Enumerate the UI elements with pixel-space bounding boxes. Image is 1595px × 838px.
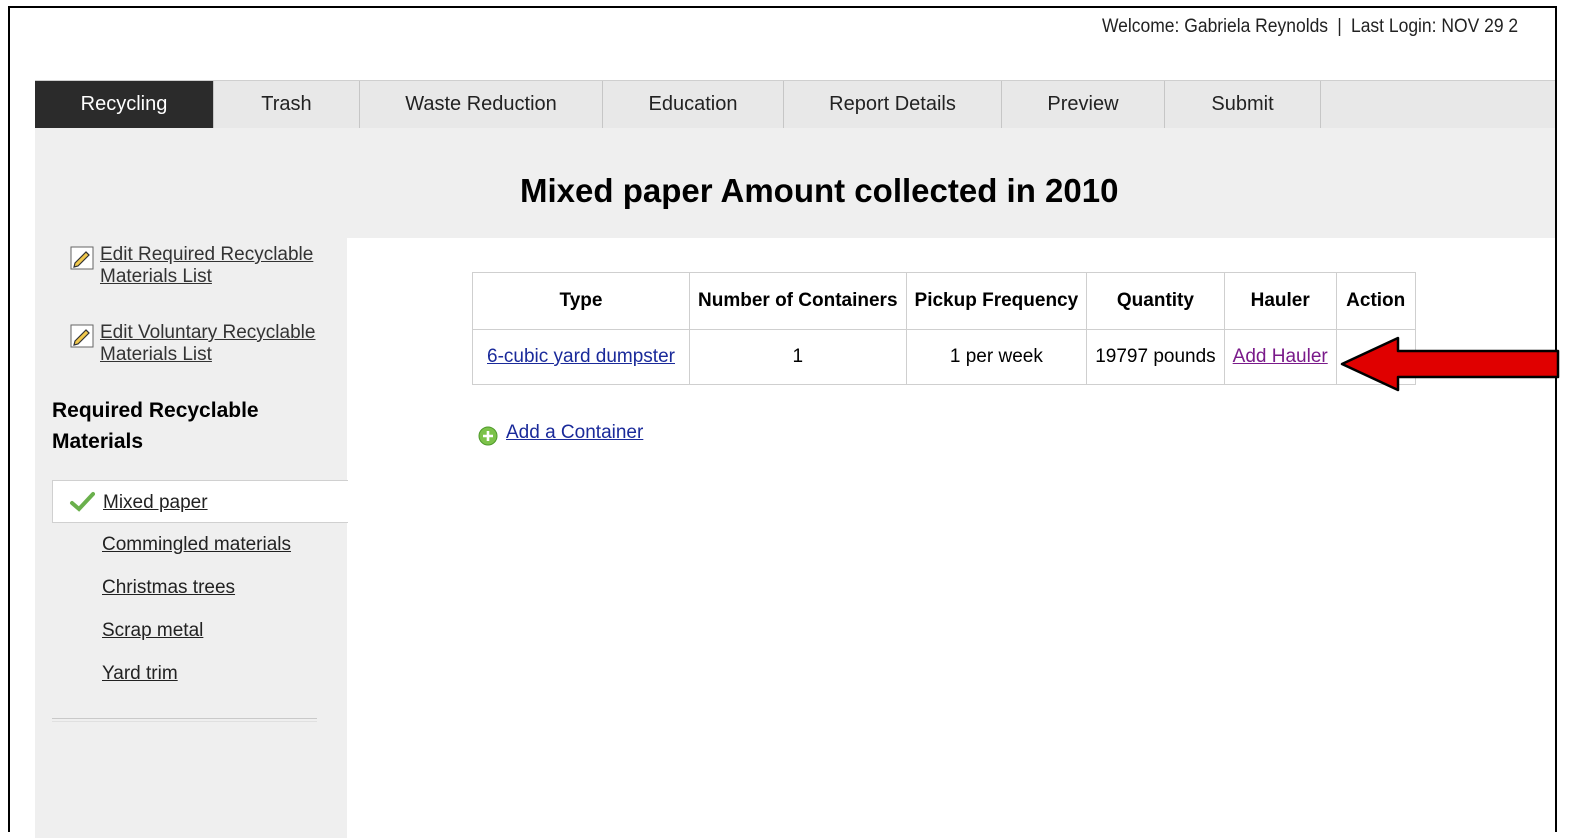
welcome-bar: Welcome: Gabriela Reynolds | Last Login: N… bbox=[1102, 16, 1518, 38]
cell-hauler: Add Hauler bbox=[1223, 329, 1337, 385]
list-item-scrap-metal[interactable]: Scrap metal bbox=[52, 609, 348, 652]
page-title: Mixed paper Amount collected in 2010 bbox=[520, 172, 1119, 209]
col-header-containers: Number of Containers bbox=[689, 272, 907, 330]
col-header-action: Action bbox=[1335, 272, 1416, 330]
cell-frequency: 1 per week bbox=[905, 329, 1088, 385]
containers-table: Type Number of Containers Pickup Frequen… bbox=[472, 272, 1416, 385]
add-container-link[interactable]: Add a Container bbox=[478, 420, 643, 446]
table-header-row: Type Number of Containers Pickup Frequen… bbox=[472, 272, 1416, 330]
tab-waste-reduction[interactable]: Waste Reduction bbox=[360, 81, 603, 128]
list-item-christmas-trees[interactable]: Christmas trees bbox=[52, 566, 348, 609]
required-materials-heading: Required Recyclable Materials bbox=[52, 399, 259, 453]
pencil-edit-icon bbox=[70, 324, 94, 348]
cell-quantity: 19797 pounds bbox=[1086, 329, 1225, 385]
material-link-commingled[interactable]: Commingled materials bbox=[102, 523, 291, 566]
tab-preview[interactable]: Preview bbox=[1002, 81, 1165, 128]
col-header-hauler: Hauler bbox=[1223, 272, 1337, 330]
cell-type: 6-cubic yard dumpster bbox=[472, 329, 690, 385]
red-arrow-icon bbox=[1340, 336, 1560, 392]
material-link-scrap-metal[interactable]: Scrap metal bbox=[102, 609, 203, 652]
tab-report-details[interactable]: Report Details bbox=[784, 81, 1002, 128]
tab-education[interactable]: Education bbox=[603, 81, 784, 128]
tab-trash[interactable]: Trash bbox=[214, 81, 360, 128]
container-type-link[interactable]: 6-cubic yard dumpster bbox=[487, 346, 675, 367]
list-item-commingled[interactable]: Commingled materials bbox=[52, 523, 348, 566]
welcome-user: Welcome: Gabriela Reynolds bbox=[1102, 16, 1329, 37]
add-hauler-link[interactable]: Add Hauler bbox=[1233, 346, 1328, 367]
main-nav-tabs: Recycling Trash Waste Reduction Educatio… bbox=[35, 80, 1555, 129]
edit-voluntary-label[interactable]: Edit Voluntary Recyclable Materials List bbox=[100, 322, 340, 366]
table-row: 6-cubic yard dumpster 1 1 per week 19797… bbox=[472, 329, 1416, 385]
cell-containers: 1 bbox=[689, 329, 907, 385]
list-item-yard-trim[interactable]: Yard trim bbox=[52, 652, 348, 695]
sidebar-divider bbox=[52, 718, 317, 722]
list-item-mixed-paper[interactable]: Mixed paper bbox=[52, 480, 348, 523]
welcome-separator: | bbox=[1337, 16, 1342, 37]
material-link-mixed-paper[interactable]: Mixed paper bbox=[103, 481, 208, 524]
material-link-christmas-trees[interactable]: Christmas trees bbox=[102, 566, 235, 609]
col-header-quantity: Quantity bbox=[1086, 272, 1225, 330]
col-header-type: Type bbox=[472, 272, 690, 330]
tab-recycling[interactable]: Recycling bbox=[35, 81, 214, 128]
materials-list: Mixed paper Commingled materials Christm… bbox=[52, 480, 348, 695]
checkmark-icon bbox=[70, 492, 95, 512]
col-header-frequency: Pickup Frequency bbox=[905, 272, 1088, 330]
pencil-edit-icon bbox=[70, 246, 94, 270]
material-link-yard-trim[interactable]: Yard trim bbox=[102, 652, 178, 695]
plus-circle-icon bbox=[478, 426, 498, 446]
last-login: Last Login: NOV 29 2 bbox=[1350, 16, 1519, 37]
add-container-label[interactable]: Add a Container bbox=[506, 422, 643, 444]
edit-required-label[interactable]: Edit Required Recyclable Materials List bbox=[100, 244, 340, 288]
tab-submit[interactable]: Submit bbox=[1165, 81, 1321, 128]
edit-required-link[interactable]: Edit Required Recyclable Materials List bbox=[70, 244, 340, 288]
edit-voluntary-link[interactable]: Edit Voluntary Recyclable Materials List bbox=[70, 322, 340, 366]
